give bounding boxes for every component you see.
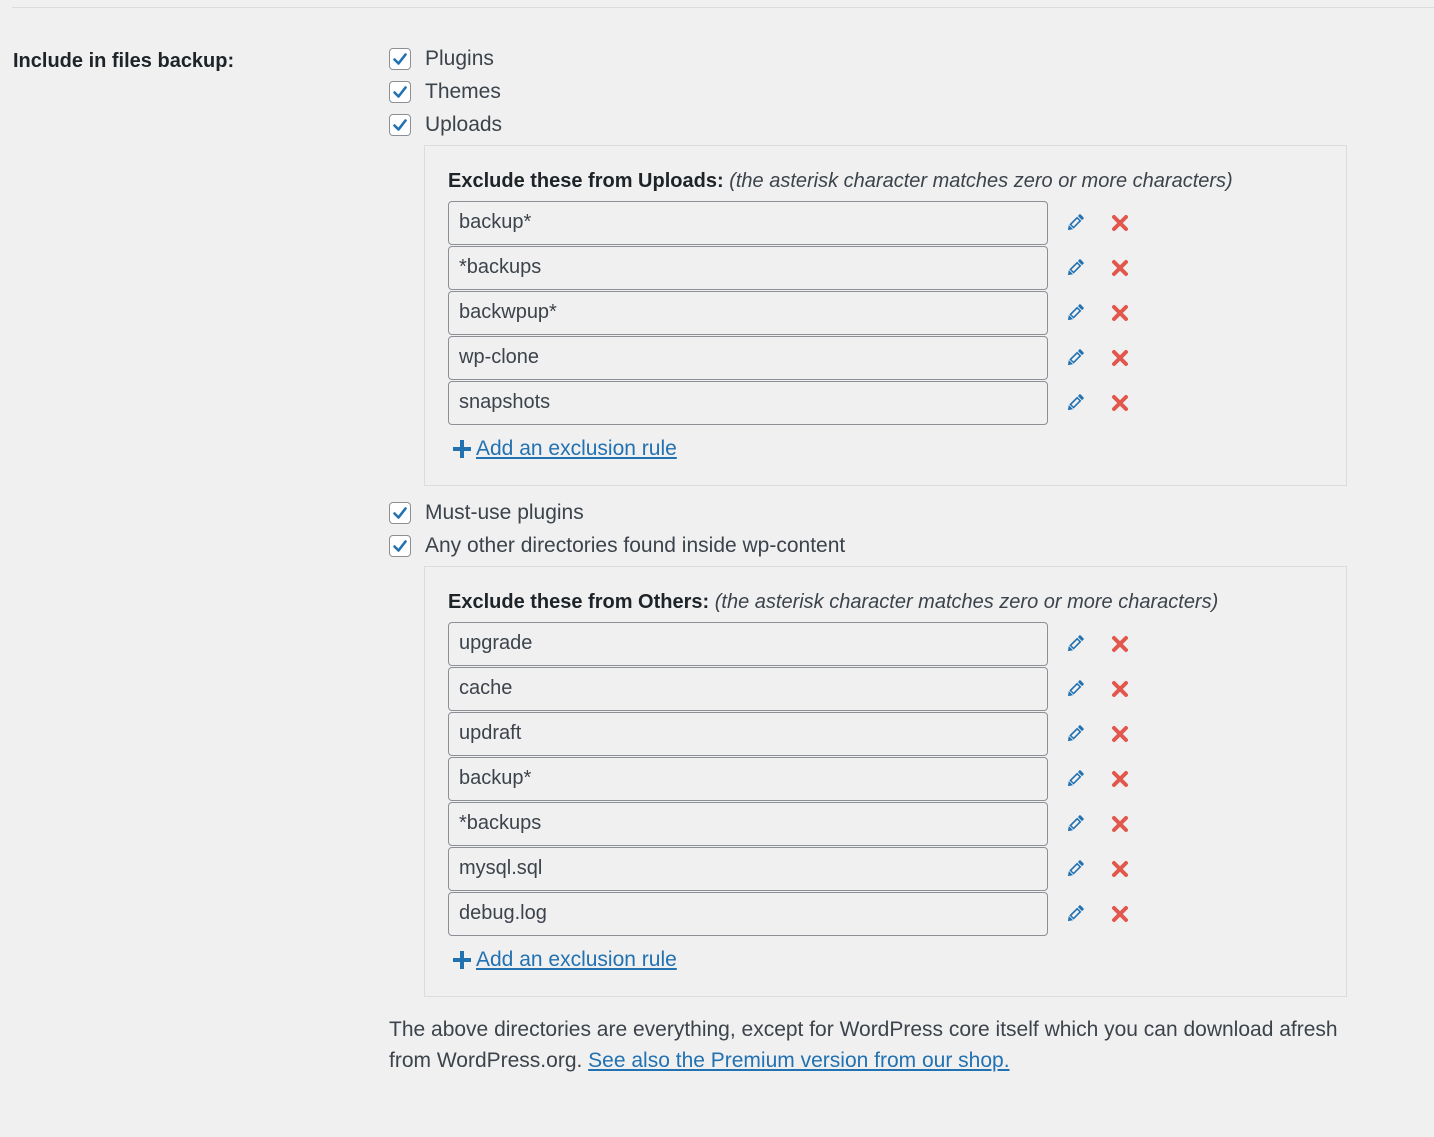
delete-x-icon[interactable] (1109, 212, 1131, 234)
add-uploads-exclusion[interactable]: Add an exclusion rule (448, 437, 1323, 461)
pencil-icon[interactable] (1064, 257, 1086, 279)
section-divider (12, 7, 1434, 8)
exclusion-rule-row (448, 891, 1323, 936)
pencil-icon[interactable] (1064, 723, 1086, 745)
exclusion-rule-row (448, 200, 1323, 245)
pencil-icon[interactable] (1064, 347, 1086, 369)
exclusion-rule-input[interactable] (448, 621, 1048, 666)
exclusion-rule-row (448, 290, 1323, 335)
add-exclusion-link[interactable]: Add an exclusion rule (476, 437, 677, 461)
checkbox-plugins[interactable]: Plugins (389, 42, 1349, 75)
pencil-icon[interactable] (1064, 678, 1086, 700)
checkbox[interactable] (389, 501, 411, 524)
exclusion-rule-input[interactable] (448, 891, 1048, 936)
pencil-icon[interactable] (1064, 633, 1086, 655)
exclusion-rule-input[interactable] (448, 846, 1048, 891)
checkbox-label: Must-use plugins (425, 500, 584, 524)
checkmark-icon (393, 85, 407, 98)
checkbox-themes[interactable]: Themes (389, 75, 1349, 108)
plus-icon (453, 951, 471, 969)
exclusion-rule-row (448, 621, 1323, 666)
uploads-exclusion-panel: Exclude these from Uploads: (the asteris… (424, 145, 1347, 486)
premium-link[interactable]: See also the Premium version from our sh… (588, 1049, 1009, 1072)
checkmark-icon (393, 118, 407, 131)
files-backup-label: Include in files backup: (13, 50, 235, 72)
delete-x-icon[interactable] (1109, 257, 1131, 279)
exclusion-rule-input[interactable] (448, 801, 1048, 846)
delete-x-icon[interactable] (1109, 858, 1131, 880)
exclusion-rule-input[interactable] (448, 666, 1048, 711)
delete-x-icon[interactable] (1109, 723, 1131, 745)
pencil-icon[interactable] (1064, 302, 1086, 324)
delete-x-icon[interactable] (1109, 302, 1131, 324)
exclusion-rule-input[interactable] (448, 756, 1048, 801)
delete-x-icon[interactable] (1109, 633, 1131, 655)
uploads-exclusion-title: Exclude these from Uploads: (the asteris… (448, 170, 1233, 192)
pencil-icon[interactable] (1064, 212, 1086, 234)
delete-x-icon[interactable] (1109, 903, 1131, 925)
delete-x-icon[interactable] (1109, 678, 1131, 700)
pencil-icon[interactable] (1064, 768, 1086, 790)
files-backup-options: Plugins Themes Uploads Exclude these from … (389, 42, 1349, 1076)
add-exclusion-link[interactable]: Add an exclusion rule (476, 948, 677, 972)
checkbox[interactable] (389, 80, 411, 103)
pencil-icon[interactable] (1064, 392, 1086, 414)
exclusion-rule-row (448, 846, 1323, 891)
checkmark-icon (393, 506, 407, 519)
delete-x-icon[interactable] (1109, 347, 1131, 369)
exclusion-rule-row (448, 711, 1323, 756)
exclusion-rule-row (448, 245, 1323, 290)
pencil-icon[interactable] (1064, 903, 1086, 925)
others-exclusion-title: Exclude these from Others: (the asterisk… (448, 591, 1219, 613)
delete-x-icon[interactable] (1109, 392, 1131, 414)
exclusion-rule-row (448, 380, 1323, 425)
checkbox[interactable] (389, 113, 411, 136)
checkbox-label: Themes (425, 79, 501, 103)
add-others-exclusion[interactable]: Add an exclusion rule (448, 948, 1323, 972)
checkbox-uploads[interactable]: Uploads (389, 108, 1349, 141)
delete-x-icon[interactable] (1109, 768, 1131, 790)
pencil-icon[interactable] (1064, 813, 1086, 835)
exclusion-rule-row (448, 666, 1323, 711)
exclusion-rule-input[interactable] (448, 711, 1048, 756)
pencil-icon[interactable] (1064, 858, 1086, 880)
delete-x-icon[interactable] (1109, 813, 1131, 835)
exclusion-rule-input[interactable] (448, 335, 1048, 380)
checkbox[interactable] (389, 534, 411, 557)
exclusion-rule-row (448, 801, 1323, 846)
plus-icon (453, 440, 471, 458)
checkbox-label: Uploads (425, 112, 503, 136)
exclusion-rule-row (448, 756, 1323, 801)
checkmark-icon (393, 539, 407, 552)
footer-note: The above directories are everything, ex… (389, 1018, 1338, 1072)
exclusion-rule-input[interactable] (448, 380, 1048, 425)
others-exclusion-panel: Exclude these from Others: (the asterisk… (424, 566, 1347, 997)
exclusion-rule-input[interactable] (448, 290, 1048, 335)
exclusion-rule-input[interactable] (448, 245, 1048, 290)
exclusion-rule-input[interactable] (448, 200, 1048, 245)
exclusion-rule-row (448, 335, 1323, 380)
checkbox-must-use-plugins[interactable]: Must-use plugins (389, 496, 1349, 529)
checkbox[interactable] (389, 47, 411, 70)
checkmark-icon (393, 52, 407, 65)
checkbox-label: Plugins (425, 46, 494, 70)
checkbox-label: Any other directories found inside wp-co… (425, 533, 846, 557)
checkbox-any-other-directories-found-inside-wp-content[interactable]: Any other directories found inside wp-co… (389, 529, 1349, 562)
